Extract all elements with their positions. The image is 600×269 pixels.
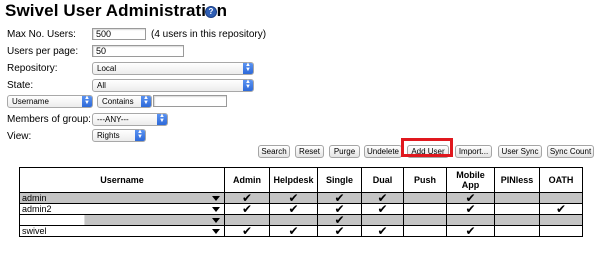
column-header-admin[interactable]: Admin	[224, 167, 270, 193]
row-dropdown-icon[interactable]	[212, 196, 220, 201]
username-text: swivel	[22, 226, 47, 236]
select-arrows-icon: ▲ ▼	[82, 95, 92, 107]
user-sync-button[interactable]: User Sync	[498, 145, 542, 158]
helpdesk-cell: ✔	[269, 225, 318, 237]
select-arrows-icon: ▲ ▼	[157, 113, 167, 125]
helpdesk-cell: ✔	[269, 203, 318, 215]
username-text: admin	[22, 193, 47, 203]
page-title: Swivel User Administration	[5, 1, 228, 20]
column-header-dual[interactable]: Dual	[361, 167, 404, 193]
help-icon[interactable]: ?	[205, 6, 217, 18]
oath-cell	[539, 214, 583, 226]
pinless-cell	[494, 203, 540, 215]
view-label: View:	[7, 131, 32, 142]
table-header-row: Username Admin Helpdesk Single Dual Push…	[19, 167, 583, 193]
per-page-input[interactable]: 50	[92, 45, 184, 57]
table-row[interactable]: swivel ✔ ✔ ✔ ✔ ✔	[19, 225, 583, 237]
push-cell	[403, 192, 447, 204]
state-select-value: All	[97, 81, 106, 90]
state-label: State:	[7, 80, 34, 91]
table-row[interactable]: ✔	[19, 214, 583, 226]
username-cell: swivel	[19, 225, 225, 237]
admin-cell: ✔	[224, 203, 270, 215]
select-arrows-icon: ▲ ▼	[135, 129, 145, 141]
push-cell	[403, 225, 447, 237]
username-cell: admin2	[19, 203, 225, 215]
username-cell: admin	[19, 192, 225, 204]
table-row[interactable]: admin2 ✔ ✔ ✔ ✔ ✔ ✔	[19, 203, 583, 215]
purge-button[interactable]: Purge	[329, 145, 360, 158]
select-arrows-icon: ▲ ▼	[243, 62, 253, 74]
select-arrows-icon: ▲ ▼	[141, 95, 151, 107]
import-button[interactable]: Import...	[455, 145, 492, 158]
oath-cell: ✔	[539, 203, 583, 215]
pinless-cell	[494, 214, 540, 226]
table-row[interactable]: admin ✔ ✔ ✔ ✔ ✔	[19, 192, 583, 204]
reset-button[interactable]: Reset	[295, 145, 324, 158]
column-header-mobile-app[interactable]: Mobile App	[446, 167, 495, 193]
column-header-single[interactable]: Single	[317, 167, 362, 193]
filter-field-value: Username	[12, 97, 49, 106]
admin-cell: ✔	[224, 225, 270, 237]
filter-operator-select[interactable]: Contains ▲ ▼	[97, 95, 152, 108]
username-cell	[19, 214, 225, 226]
select-arrows-icon: ▲ ▼	[243, 79, 253, 91]
users-table: Username Admin Helpdesk Single Dual Push…	[19, 167, 583, 237]
push-cell	[403, 214, 447, 226]
row-dropdown-icon[interactable]	[212, 207, 220, 212]
per-page-label: Users per page:	[7, 46, 79, 57]
single-cell: ✔	[317, 225, 362, 237]
group-label: Members of group:	[7, 114, 91, 125]
column-header-username[interactable]: Username	[19, 167, 225, 193]
group-select[interactable]: ---ANY--- ▲ ▼	[92, 113, 168, 126]
push-cell	[403, 203, 447, 215]
sync-count-button[interactable]: Sync Count	[547, 145, 594, 158]
row-dropdown-icon[interactable]	[212, 218, 220, 223]
row-dropdown-icon[interactable]	[212, 229, 220, 234]
group-select-value: ---ANY---	[97, 115, 129, 124]
filter-operator-value: Contains	[102, 97, 134, 106]
filter-text-input[interactable]	[153, 95, 227, 107]
dual-cell: ✔	[361, 203, 404, 215]
column-header-push[interactable]: Push	[403, 167, 447, 193]
username-blank-field	[20, 215, 85, 225]
username-text: admin2	[22, 204, 52, 214]
view-select[interactable]: Rights ▲ ▼	[92, 129, 146, 142]
users-count-note: (4 users in this repository)	[151, 29, 267, 40]
add-user-highlight	[401, 138, 453, 157]
search-button[interactable]: Search	[258, 145, 290, 158]
pinless-cell	[494, 225, 540, 237]
oath-cell	[539, 225, 583, 237]
column-header-pinless[interactable]: PINless	[494, 167, 540, 193]
undelete-button[interactable]: Undelete	[364, 145, 402, 158]
filter-field-select[interactable]: Username ▲ ▼	[7, 95, 93, 108]
state-select[interactable]: All ▲ ▼	[92, 79, 254, 92]
max-users-label: Max No. Users:	[7, 29, 76, 40]
column-header-oath[interactable]: OATH	[539, 167, 583, 193]
column-header-helpdesk[interactable]: Helpdesk	[269, 167, 318, 193]
pinless-cell	[494, 192, 540, 204]
mobile-app-cell: ✔	[446, 225, 495, 237]
view-select-value: Rights	[97, 131, 120, 140]
mobile-app-cell: ✔	[446, 203, 495, 215]
dual-cell: ✔	[361, 225, 404, 237]
repository-select[interactable]: Local ▲ ▼	[92, 62, 254, 75]
repository-select-value: Local	[97, 64, 117, 73]
repository-label: Repository:	[7, 63, 58, 74]
max-users-input[interactable]: 500	[92, 28, 146, 40]
